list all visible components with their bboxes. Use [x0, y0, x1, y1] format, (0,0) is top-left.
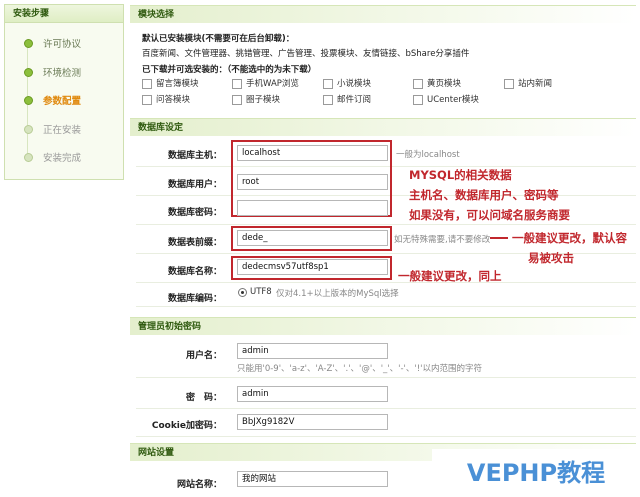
module-option-qa[interactable]: [142, 95, 152, 108]
step-dot-license: [24, 39, 33, 48]
db-user-input[interactable]: root: [237, 174, 388, 190]
module-option-mail[interactable]: [323, 95, 333, 108]
checkbox[interactable]: [232, 79, 242, 89]
module-label-circle: 圈子模块: [246, 95, 281, 105]
row-divider: [136, 306, 636, 307]
module-option-sitenews[interactable]: [504, 79, 514, 92]
optional-modules-heading: 已下载并可选安装的：（不能选中的为未下载）: [142, 65, 317, 75]
admin-password-label: 密 码：: [185, 393, 222, 403]
module-label-wap: 手机WAP浏览: [246, 79, 299, 89]
db-host-input[interactable]: localhost: [237, 145, 388, 161]
step-dot-env: [24, 68, 33, 77]
db-prefix-label: 数据表前缀：: [167, 238, 222, 248]
module-section-header: 模块选择: [130, 5, 636, 23]
annotation-mysql-title: MYSQL的相关数据: [409, 168, 512, 182]
db-prefix-hint: 如无特殊需要,请不要修改: [394, 235, 491, 245]
annotation-prefix-risk: 易被攻击: [528, 251, 574, 265]
encoding-hint: 仅对4.1+以上版本的MySql选择: [276, 289, 399, 299]
db-encoding-label: 数据库编码：: [167, 294, 222, 304]
step-config: 参数配置: [43, 96, 82, 107]
module-label-mail: 邮件订阅: [337, 95, 372, 105]
module-option-novel[interactable]: [323, 79, 333, 92]
checkbox[interactable]: [142, 95, 152, 105]
checkbox[interactable]: [323, 95, 333, 105]
admin-section-header: 管理员初始密码: [130, 317, 636, 335]
module-option-wap[interactable]: [232, 79, 242, 92]
module-option-circle[interactable]: [232, 95, 242, 108]
module-label-qa: 问答模块: [156, 95, 191, 105]
step-license: 许可协议: [43, 39, 82, 50]
db-host-label: 数据库主机：: [167, 151, 222, 161]
database-section-header: 数据库设定: [130, 118, 636, 136]
encoding-option-utf8: UTF8: [250, 287, 272, 297]
module-label-ucenter: UCenter模块: [427, 95, 479, 105]
module-label-guestbook: 留言簿模块: [156, 79, 199, 89]
step-installing: 正在安装: [43, 125, 82, 136]
annotation-mysql-ask: 如果没有，可以问域名服务商要: [409, 208, 570, 222]
cookie-key-input[interactable]: BbJXg9182V: [237, 414, 388, 430]
row-divider: [136, 436, 636, 437]
checkbox[interactable]: [504, 79, 514, 89]
annotation-mysql-detail: 主机名、数据库用户、密码等: [409, 188, 559, 202]
db-prefix-input[interactable]: dede_: [237, 230, 388, 246]
checkbox[interactable]: [232, 95, 242, 105]
step-complete: 安装完成: [43, 153, 82, 164]
step-dot-complete: [24, 153, 33, 162]
watermark: VEPHP教程: [432, 449, 640, 497]
checkbox[interactable]: [413, 95, 423, 105]
row-divider: [136, 408, 636, 409]
row-divider: [136, 377, 636, 378]
module-label-sitenews: 站内新闻: [518, 79, 553, 89]
cookie-key-label: Cookie加密码：: [151, 421, 222, 431]
checkbox[interactable]: [142, 79, 152, 89]
step-dot-config: [24, 96, 33, 105]
install-steps-panel: 安装步骤 许可协议 环境检测 参数配置 正在安装 安装完成: [4, 4, 124, 180]
default-modules-heading: 默认已安装模块(不需要可在后台卸载)：: [142, 34, 295, 44]
row-divider: [136, 282, 636, 283]
site-name-label: 网站名称：: [176, 480, 222, 490]
radio-selected-dot: [241, 291, 244, 294]
module-option-ucenter[interactable]: [413, 95, 423, 108]
checkbox[interactable]: [413, 79, 423, 89]
encoding-radio-utf8[interactable]: [238, 288, 247, 297]
admin-user-label: 用户名：: [185, 351, 222, 361]
row-divider: [136, 224, 636, 225]
db-password-input[interactable]: [237, 200, 388, 216]
admin-password-input[interactable]: admin: [237, 386, 388, 402]
annotation-dash: [490, 237, 508, 239]
db-name-input[interactable]: dedecmsv57utf8sp1: [237, 259, 388, 275]
annotation-prefix-advice: 一般建议更改，默认容: [512, 231, 627, 245]
db-password-label: 数据库密码：: [167, 208, 222, 218]
step-dot-installing: [24, 125, 33, 134]
module-option-guestbook[interactable]: [142, 79, 152, 92]
site-name-input[interactable]: 我的网站: [237, 471, 388, 487]
admin-user-input[interactable]: admin: [237, 343, 388, 359]
module-label-novel: 小说模块: [337, 79, 372, 89]
db-user-label: 数据库用户：: [167, 180, 222, 190]
db-name-label: 数据库名称：: [167, 267, 222, 277]
module-label-yellowpage: 黄页模块: [427, 79, 462, 89]
checkbox[interactable]: [323, 79, 333, 89]
db-host-hint: 一般为localhost: [396, 150, 460, 160]
install-steps-title: 安装步骤: [5, 5, 123, 23]
admin-user-hint: 只能用'0-9'、'a-z'、'A-Z'、'.'、'@'、'_'、'-'、'!'…: [237, 364, 482, 374]
annotation-dbname-advice: 一般建议更改，同上: [398, 269, 502, 283]
step-env-check: 环境检测: [43, 68, 82, 79]
module-option-yellowpage[interactable]: [413, 79, 423, 92]
default-modules-list: 百度新闻、文件管理器、挑错管理、广告管理、投票模块、友情链接、bShare分享插…: [142, 49, 470, 59]
